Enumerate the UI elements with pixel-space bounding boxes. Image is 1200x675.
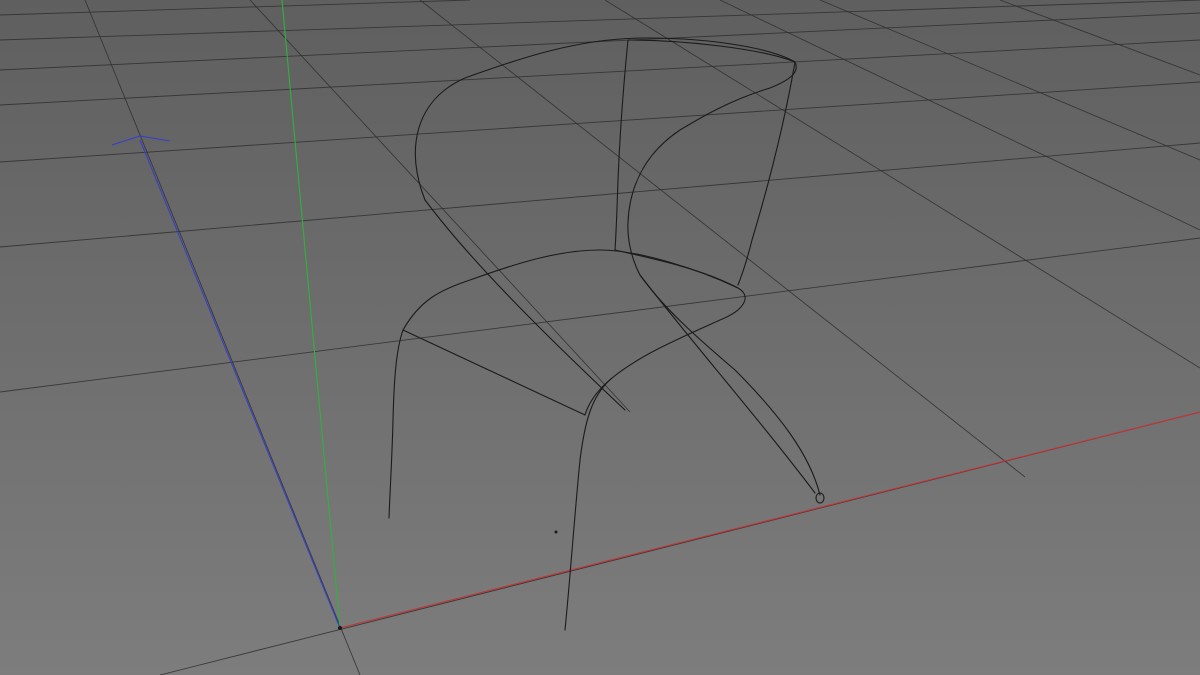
3d-viewport[interactable] xyxy=(0,0,1200,675)
origin-point xyxy=(338,626,342,630)
viewport-canvas[interactable] xyxy=(0,0,1200,675)
viewport-background xyxy=(0,0,1200,675)
stray-point[interactable] xyxy=(554,530,558,534)
